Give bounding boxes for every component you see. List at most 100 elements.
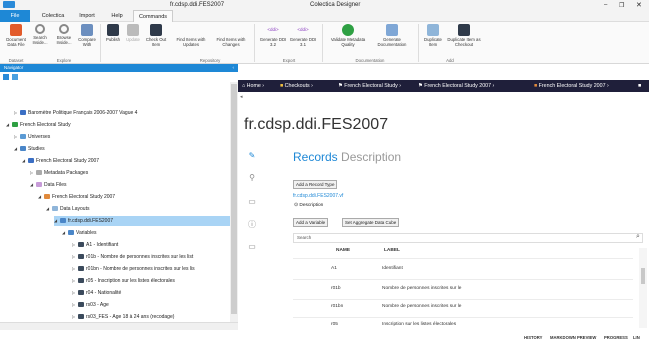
- tree-item[interactable]: ▷ Baromètre Politique Français 2006-2007 …: [14, 108, 137, 118]
- tree-item[interactable]: ◢ Studies: [14, 144, 45, 154]
- status-progress[interactable]: PROGRESS: [604, 335, 628, 340]
- navigator-toolbar: [0, 72, 238, 82]
- group-documentation: Documentation: [355, 58, 385, 63]
- cell-label[interactable]: Nombre de personnes inscrites sur le: [382, 286, 461, 291]
- app-quick-icon[interactable]: [3, 1, 15, 8]
- menu-file[interactable]: File: [0, 10, 30, 22]
- copy-icon[interactable]: ▭: [247, 242, 257, 252]
- tree-item-selected[interactable]: ◢ fr.cdsp.ddi.FES2007: [54, 216, 230, 226]
- document-icon[interactable]: ▭: [247, 197, 257, 207]
- menu-colectica[interactable]: Colectica: [36, 10, 70, 22]
- find-items-changes-button[interactable]: Find Items with Changes: [211, 22, 251, 47]
- add-variable-button[interactable]: Add a Variable: [293, 218, 329, 227]
- cell-label[interactable]: Nombre de personnes inscrites sur le: [382, 304, 461, 309]
- cell-name[interactable]: r05: [331, 322, 338, 327]
- tree-item[interactable]: ▷ Metadata Packages: [30, 168, 88, 178]
- info-icon[interactable]: ⓘ: [247, 220, 257, 230]
- navigator-header: Navigator ‹: [0, 64, 238, 72]
- tree-item[interactable]: ▷ Universes: [14, 132, 50, 142]
- tree-item[interactable]: ◢ French Electoral Study 2007: [38, 192, 115, 202]
- generate-ddi31-button[interactable]: <ddi> Generate DDI 3.1: [288, 22, 318, 47]
- cell-name[interactable]: r01b: [331, 286, 341, 291]
- package-icon: [36, 170, 42, 175]
- cell-name[interactable]: A1: [331, 266, 337, 271]
- app-title: Colectica Designer: [310, 2, 361, 8]
- breadcrumb-study[interactable]: ⚑ French Electoral Study ›: [338, 80, 401, 92]
- tree-item[interactable]: ▷ r05 - Inscription sur les listes électo…: [72, 276, 175, 286]
- compare-with-button[interactable]: Compare With: [74, 22, 100, 47]
- tab-description[interactable]: Description: [341, 150, 401, 164]
- find-items-updates-button[interactable]: Find Items with Updates: [171, 22, 211, 47]
- column-label[interactable]: LABEL: [384, 248, 400, 253]
- tree-item[interactable]: ▷ r01b - Nombre de personnes inscrites su…: [72, 252, 193, 262]
- search-input[interactable]: Search: [293, 233, 643, 243]
- variables-icon: [68, 230, 74, 235]
- tree-item[interactable]: ▷ rs03_FES - Age 18 à 24 ans (recodage): [72, 312, 174, 322]
- search-icon[interactable]: ⌕: [636, 233, 640, 241]
- tree-item[interactable]: ◢ Data Files: [30, 180, 67, 190]
- publish-button[interactable]: Publish: [102, 22, 124, 42]
- table-scrollbar[interactable]: [639, 248, 647, 328]
- tree-item[interactable]: ◢ Data Layouts: [46, 204, 89, 214]
- breadcrumb-study-2007[interactable]: ⚑ French Electoral Study 2007 ›: [418, 80, 494, 92]
- menu-help[interactable]: Help: [106, 10, 128, 22]
- add-icon[interactable]: [3, 74, 9, 80]
- duplicate-item-button[interactable]: Duplicate Item: [420, 22, 446, 47]
- tree-item[interactable]: ▷ r01bn - Nombre de personnes inscrites s…: [72, 264, 195, 274]
- variable-icon: [78, 254, 84, 259]
- navigator-scroll-thumb[interactable]: [231, 84, 237, 314]
- description-toggle[interactable]: ⊙ Description: [294, 203, 323, 208]
- tree-item[interactable]: ◢ Variables: [62, 228, 96, 238]
- check-out-item-button[interactable]: Check Out Item: [143, 22, 169, 47]
- documentation-icon: [386, 24, 398, 36]
- table-scroll-thumb[interactable]: [641, 268, 645, 284]
- check-out-icon: [150, 24, 162, 36]
- close-icon[interactable]: ✕: [636, 1, 642, 9]
- group-explore: Explore: [56, 58, 72, 63]
- dataset-icon: [60, 218, 66, 223]
- breadcrumb-more[interactable]: ■: [638, 80, 649, 92]
- add-record-type-button[interactable]: Add a Record Type: [293, 180, 338, 189]
- validate-metadata-button[interactable]: Validate Metadata Quality: [326, 22, 370, 47]
- tab-records[interactable]: Records: [293, 150, 338, 164]
- set-aggregate-button[interactable]: Set Aggregate Data Cube: [342, 218, 400, 227]
- collapse-icon[interactable]: ‹: [233, 64, 235, 72]
- maximize-icon[interactable]: ❐: [619, 2, 624, 9]
- status-markdown-preview[interactable]: MARKDOWN PREVIEW: [550, 335, 596, 340]
- edit-icon[interactable]: ✎: [247, 151, 257, 161]
- link-icon[interactable]: ⚲: [247, 173, 257, 183]
- generate-documentation-button[interactable]: Generate Documentation: [370, 22, 414, 47]
- column-name[interactable]: NAME: [336, 248, 350, 253]
- status-history[interactable]: HISTORY: [524, 335, 542, 340]
- browse-icon: [59, 24, 69, 34]
- record-link[interactable]: fr.cdsp.ddi.FES2007.vf: [293, 193, 343, 199]
- generate-ddi32-button[interactable]: <ddi> Generate DDI 3.2: [258, 22, 288, 47]
- tree-item[interactable]: ▷ rs03 - Age: [72, 300, 109, 310]
- variable-icon: [78, 266, 84, 271]
- minimize-icon[interactable]: –: [604, 2, 607, 8]
- group-export: Export: [282, 58, 296, 63]
- cell-label[interactable]: Identifiant: [382, 266, 403, 271]
- document-data-file-button[interactable]: Document Data File: [3, 22, 29, 47]
- navigator-hscrollbar[interactable]: [0, 322, 238, 330]
- navigator-title: Navigator: [4, 65, 24, 70]
- cell-label[interactable]: Inscription sur les listes électorales: [382, 322, 456, 327]
- variable-icon: [78, 314, 84, 319]
- cell-name[interactable]: r01bn: [331, 304, 343, 309]
- search-inside-button[interactable]: Search Inside...: [27, 22, 53, 45]
- tree-item[interactable]: ◢ French Electoral Study: [6, 120, 71, 130]
- tree-item[interactable]: ▷ A1 - Identifiant: [72, 240, 118, 250]
- menu-import[interactable]: Import: [74, 10, 100, 22]
- duplicate-checkout-button[interactable]: Duplicate Item as Checkout: [447, 22, 481, 47]
- update-button[interactable]: Update: [122, 22, 144, 42]
- breadcrumb-datafile[interactable]: ■ French Electoral Study 2007 ›: [534, 80, 609, 92]
- tree-item[interactable]: ◢ French Electoral Study 2007: [22, 156, 99, 166]
- breadcrumb-checkouts[interactable]: ■ Checkouts ›: [280, 80, 313, 92]
- breadcrumb-home[interactable]: ⌂ Home ›: [242, 80, 264, 92]
- scroll-left-icon[interactable]: ◂: [240, 94, 246, 102]
- tree-item[interactable]: ▷ r04 - Nationalité: [72, 288, 121, 298]
- breadcrumb: ⌂ Home › ■ Checkouts › ⚑ French Electora…: [238, 80, 649, 92]
- menu-commands[interactable]: Commands: [133, 10, 173, 22]
- status-lin[interactable]: LIN: [633, 335, 640, 340]
- refresh-icon[interactable]: [12, 74, 18, 80]
